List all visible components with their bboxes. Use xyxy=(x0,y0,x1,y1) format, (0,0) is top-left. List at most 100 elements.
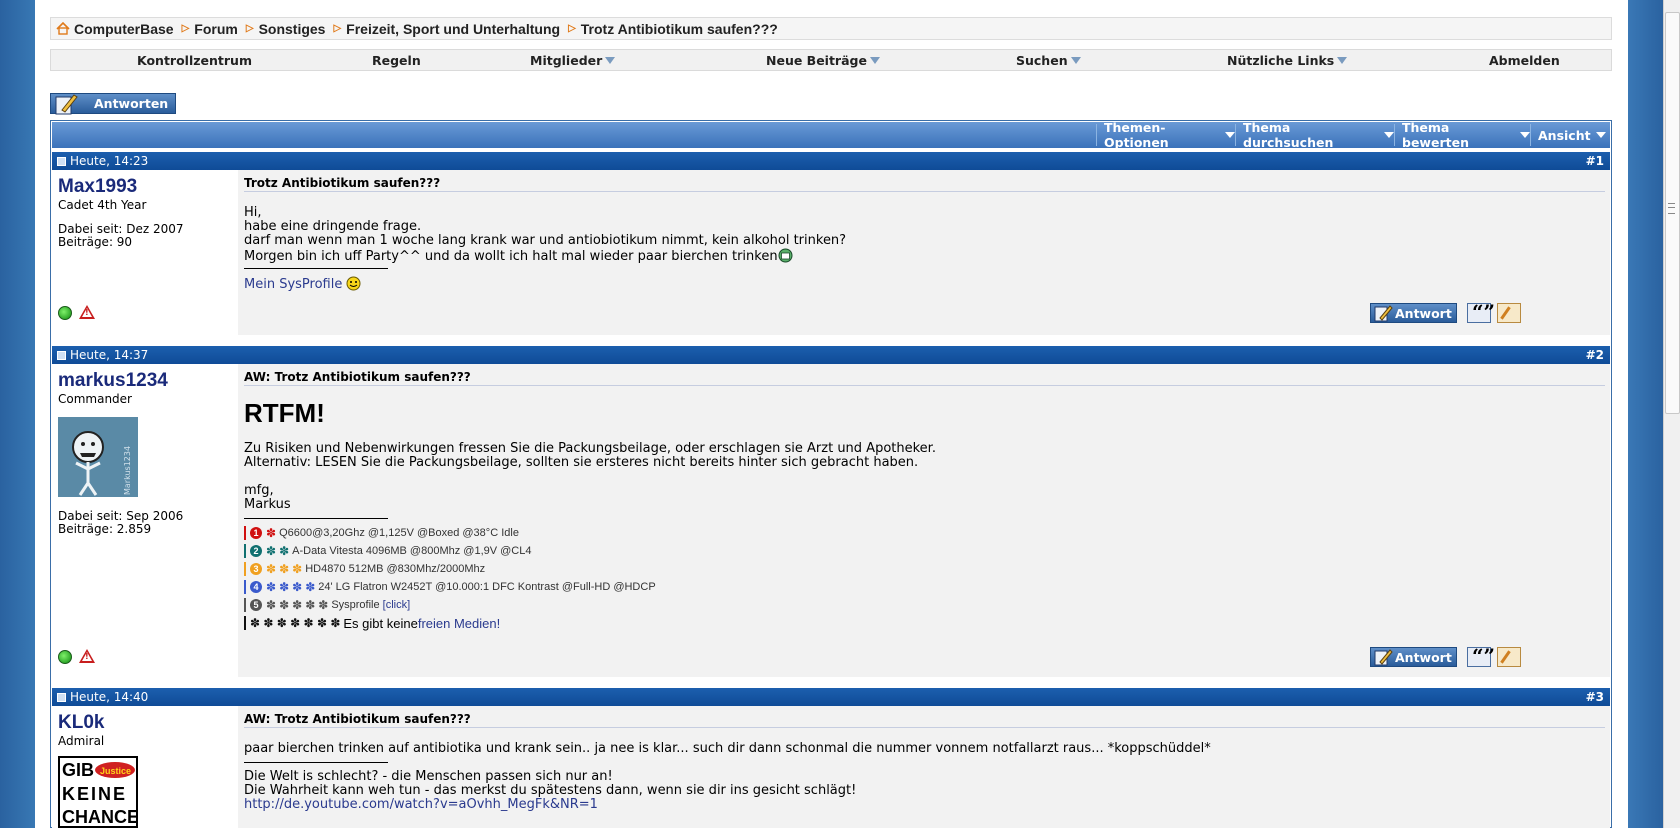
nav-mitglieder[interactable]: Mitglieder xyxy=(530,53,616,68)
signature-text: Es gibt keine xyxy=(343,615,418,631)
flower-icon: ✽ xyxy=(292,562,303,576)
nav-nuetzliche-links[interactable]: Nützliche Links xyxy=(1227,53,1348,68)
pencil-icon xyxy=(55,94,78,115)
title-divider xyxy=(244,385,1605,386)
flower-icon: ✽ xyxy=(318,598,329,612)
username[interactable]: KL0k xyxy=(58,712,104,734)
flower-icon: ✽ xyxy=(266,562,277,576)
post-content: Trotz Antibiotikum saufen??? Hi, habe ei… xyxy=(238,170,1610,335)
home-icon[interactable] xyxy=(56,22,70,35)
thread-view-menu[interactable]: Ansicht xyxy=(1530,124,1610,146)
quote-icon[interactable] xyxy=(1467,300,1495,324)
post-content: AW: Trotz Antibiotikum saufen??? RTFM! Z… xyxy=(238,364,1610,677)
post-icon xyxy=(57,157,66,166)
signature-bar xyxy=(244,616,246,630)
post-date: Heute, 14:40 xyxy=(70,690,149,704)
user-avatar[interactable]: GIB Justice KEINE CHANCE xyxy=(58,756,138,828)
post-line: Alternativ: LESEN Sie die Packungsbeilag… xyxy=(244,455,919,470)
breadcrumb-separator-icon: ▷ xyxy=(333,23,342,34)
report-warning-icon[interactable] xyxy=(79,305,95,319)
sysprofile-click-link[interactable]: [click] xyxy=(383,599,411,611)
signature-row-6: ✽ ✽ ✽ ✽ ✽ ✽ ✽ Es gibt keine freien Medien… xyxy=(244,615,500,631)
avatar-text-line: GIB xyxy=(62,760,94,780)
post-number[interactable]: #3 xyxy=(1586,690,1604,704)
flower-icon: ✽ xyxy=(266,598,277,612)
breadcrumb-item-sonstiges[interactable]: Sonstiges xyxy=(259,21,326,37)
signature-row-1: 1 ✽ Q6600@3,20Ghz @1,125V @Boxed @38°C Idl… xyxy=(244,525,519,541)
user-avatar[interactable]: Markus1234 xyxy=(58,417,138,497)
signature-bar xyxy=(244,580,246,594)
chevron-down-icon xyxy=(605,57,616,64)
post-header: Heute, 14:37 #2 xyxy=(52,346,1610,364)
breadcrumb-item-forum[interactable]: Forum xyxy=(194,21,238,37)
post-line-text: Morgen bin ich uff Party^^ und da wollt … xyxy=(244,249,778,264)
reply-post-button[interactable]: Antwort xyxy=(1370,647,1457,667)
multiquote-edit-icon[interactable] xyxy=(1497,647,1521,667)
reply-post-label: Antwort xyxy=(1395,649,1452,665)
multiquote-edit-icon[interactable] xyxy=(1497,303,1521,323)
post-date: Heute, 14:23 xyxy=(70,154,149,168)
nav-nuetzliche-links-label: Nützliche Links xyxy=(1227,53,1335,68)
nav-kontrollzentrum[interactable]: Kontrollzentrum xyxy=(137,53,252,68)
breadcrumb-item-computerbase[interactable]: ComputerBase xyxy=(74,21,174,37)
signature-row-3: 3 ✽ ✽ ✽ HD4870 512MB @830Mhz/2000Mhz xyxy=(244,561,485,577)
free-media-link[interactable]: freien Medien! xyxy=(418,616,500,631)
reply-post-button[interactable]: Antwort xyxy=(1370,303,1457,323)
thread-options-menu[interactable]: Themen-Optionen xyxy=(1096,120,1235,150)
main-navbar: Kontrollzentrum Regeln Mitglieder Neue B… xyxy=(50,49,1612,71)
report-warning-icon[interactable] xyxy=(79,649,95,663)
user-info: markus1234 Commander Markus1234 Dabei se… xyxy=(52,364,238,677)
post-icon xyxy=(57,693,66,702)
post-title: AW: Trotz Antibiotikum saufen??? xyxy=(244,712,471,726)
post-header: Heute, 14:23 #1 xyxy=(52,152,1610,170)
scrollbar-grip xyxy=(1668,203,1675,214)
page-background-left xyxy=(0,0,35,828)
new-reply-button[interactable]: Antworten xyxy=(50,93,176,115)
signature-row-4: 4 ✽ ✽ ✽ ✽ 24' LG Flatron W2452T @10.000:1 DFC… xyxy=(244,579,656,595)
post-line: habe eine dringende frage. xyxy=(244,219,422,234)
flower-icon: ✽ xyxy=(266,544,277,558)
chevron-down-icon xyxy=(1595,132,1606,138)
beer-smiley-icon xyxy=(778,248,793,263)
avatar-caption: Markus1234 xyxy=(123,446,132,495)
avatar-text-line: KEINE xyxy=(62,784,127,804)
user-info: Max1993 Cadet 4th Year Dabei seit: Dez 2… xyxy=(52,170,238,335)
post-header: Heute, 14:40 #3 xyxy=(52,688,1610,706)
page-background-right xyxy=(1628,0,1663,828)
nav-abmelden[interactable]: Abmelden xyxy=(1489,53,1560,68)
quote-icon[interactable] xyxy=(1467,644,1495,668)
signature-bar xyxy=(244,544,246,558)
signature-number: 3 xyxy=(250,563,262,575)
join-date: Dabei seit: Sep 2006 xyxy=(58,509,184,523)
signature-row-2: 2 ✽ ✽ A-Data Vitesta 4096MB @800Mhz @1,9V @… xyxy=(244,543,531,559)
signature-number: 4 xyxy=(250,581,262,593)
nav-suchen[interactable]: Suchen xyxy=(1016,53,1081,68)
nav-neue-beitraege[interactable]: Neue Beiträge xyxy=(766,53,880,68)
user-rank: Admiral xyxy=(58,734,105,748)
signature-number: 2 xyxy=(250,545,262,557)
flower-icon: ✽ xyxy=(266,580,277,594)
avatar-badge-text: Justice xyxy=(100,766,131,776)
chevron-down-icon xyxy=(1070,57,1081,64)
thread-search-menu[interactable]: Thema durchsuchen xyxy=(1235,120,1394,150)
nav-suchen-label: Suchen xyxy=(1016,53,1068,68)
post-number[interactable]: #2 xyxy=(1586,348,1604,362)
flower-icon: ✽ ✽ ✽ ✽ ✽ ✽ ✽ xyxy=(250,616,341,630)
smiley-icon xyxy=(346,276,361,291)
username[interactable]: markus1234 xyxy=(58,370,168,392)
signature: Mein SysProfile xyxy=(244,276,361,292)
nav-regeln[interactable]: Regeln xyxy=(372,53,421,68)
chevron-down-icon xyxy=(1384,132,1394,138)
youtube-link[interactable]: http://de.youtube.com/watch?v=aOvhh_MegF… xyxy=(244,798,598,812)
sysprofile-link[interactable]: Mein SysProfile xyxy=(244,277,342,292)
chevron-down-icon xyxy=(1520,132,1530,138)
username[interactable]: Max1993 xyxy=(58,176,137,198)
post-number[interactable]: #1 xyxy=(1586,154,1604,168)
signature-number: 5 xyxy=(250,599,262,611)
breadcrumb-item-current-thread: Trotz Antibiotikum saufen??? xyxy=(580,20,778,37)
thread-rate-menu[interactable]: Thema bewerten xyxy=(1394,120,1530,150)
breadcrumb-item-freizeit[interactable]: Freizeit, Sport und Unterhaltung xyxy=(346,21,560,37)
chevron-down-icon xyxy=(1225,132,1235,138)
post-line: Markus xyxy=(244,497,291,512)
chevron-down-icon xyxy=(1337,57,1348,64)
